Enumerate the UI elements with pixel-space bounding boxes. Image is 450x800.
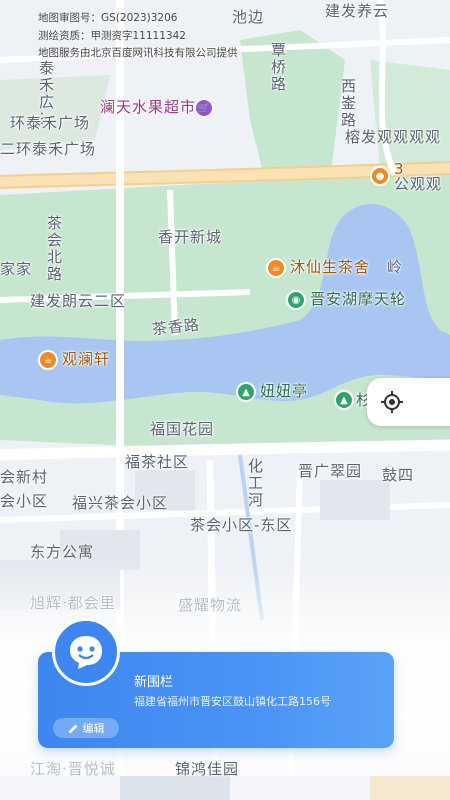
- label-jinan-wheel: 晋安湖摩天轮: [310, 290, 407, 308]
- label-xin-road: 西崟路: [339, 78, 357, 129]
- label-xuhui: 旭辉·都会里: [30, 594, 116, 612]
- locate-icon: [381, 391, 403, 413]
- label-jia-jia: 家家: [0, 260, 33, 278]
- label-guan-partial: 公观观: [394, 175, 443, 193]
- market-icon[interactable]: 🛒: [194, 98, 214, 118]
- licence-line-3: 地图服务由北京百度网讯科技有限公司提供: [38, 47, 238, 59]
- label-hui-xiaoqu: 会小区: [0, 492, 49, 510]
- label-jinguang-garden: 晋广翠园: [298, 462, 363, 480]
- edit-button[interactable]: 编辑: [53, 718, 119, 738]
- label-dongfang: 东方公寓: [30, 543, 95, 561]
- label-jianfa-yangyun: 建发养云: [325, 2, 390, 20]
- fence-address: 福建省福州市晋安区鼓山镇化工路156号: [134, 695, 331, 708]
- label-fucha-community: 福茶社区: [125, 453, 190, 471]
- pavilion-icon[interactable]: ▲: [236, 382, 256, 402]
- label-shengyao: 盛耀物流: [178, 596, 243, 614]
- label-hui-new-village: 会新村: [0, 468, 49, 486]
- label-chahui-east: 茶会小区-东区: [190, 516, 293, 534]
- label-fuguo-garden: 福国花园: [150, 420, 215, 438]
- label-gu-partial: 鼓四: [382, 466, 415, 484]
- guanlan-icon[interactable]: ☕: [38, 350, 58, 370]
- label-rongfa-guan: 榕发观观观观: [345, 128, 442, 146]
- fence-title: 新围栏: [134, 675, 174, 690]
- licence-line-1: 地图审图号：GS(2023)3206: [38, 12, 178, 24]
- label-lantian-market: 澜天水果超市: [100, 98, 197, 116]
- fence-avatar: [52, 618, 120, 686]
- map-bottom-strip: [0, 776, 450, 800]
- park-marker-icon[interactable]: ▲: [334, 390, 354, 410]
- label-chidian: 池边: [232, 8, 265, 26]
- label-xiangkai: 香开新城: [158, 228, 223, 246]
- label-niuniu-pavilion: 妞妞亭: [260, 382, 309, 400]
- locate-button[interactable]: [367, 378, 450, 426]
- label-lingxi: 岭: [387, 258, 404, 276]
- label-chahui-north-road: 茶会北路: [45, 215, 63, 283]
- poi-marker-icon[interactable]: ●: [370, 166, 390, 186]
- label-taihe-plaza-1: 环泰禾广场: [10, 114, 91, 132]
- label-jianfa-langyun: 建发朗云二区: [30, 292, 127, 310]
- chat-face-icon: [70, 636, 102, 669]
- label-huigong-river: 化工河: [246, 458, 264, 509]
- label-fuxing-chahui: 福兴茶会小区: [72, 494, 169, 512]
- label-bottom-left: 江淘·晋悦诚: [30, 760, 116, 778]
- label-zhangqiao-road: 覃桥路: [269, 42, 287, 93]
- map-licence: 地图审图号：GS(2023)3206 测绘资质：甲测资字11111342 地图服…: [38, 10, 238, 63]
- licence-line-2: 测绘资质：甲测资字11111342: [38, 29, 186, 42]
- pencil-icon: [68, 724, 77, 733]
- teahouse-icon[interactable]: ☕: [266, 258, 286, 278]
- label-bottom-right: 锦鸿佳园: [175, 760, 240, 778]
- edit-label: 编辑: [82, 722, 105, 735]
- ferris-wheel-icon[interactable]: ◉: [286, 290, 306, 310]
- label-taihe-plaza-2: 二环泰禾广场: [0, 140, 97, 158]
- label-muxiansheng: 沐仙生茶舍: [290, 258, 371, 276]
- label-guanlan: 观澜轩: [62, 350, 111, 368]
